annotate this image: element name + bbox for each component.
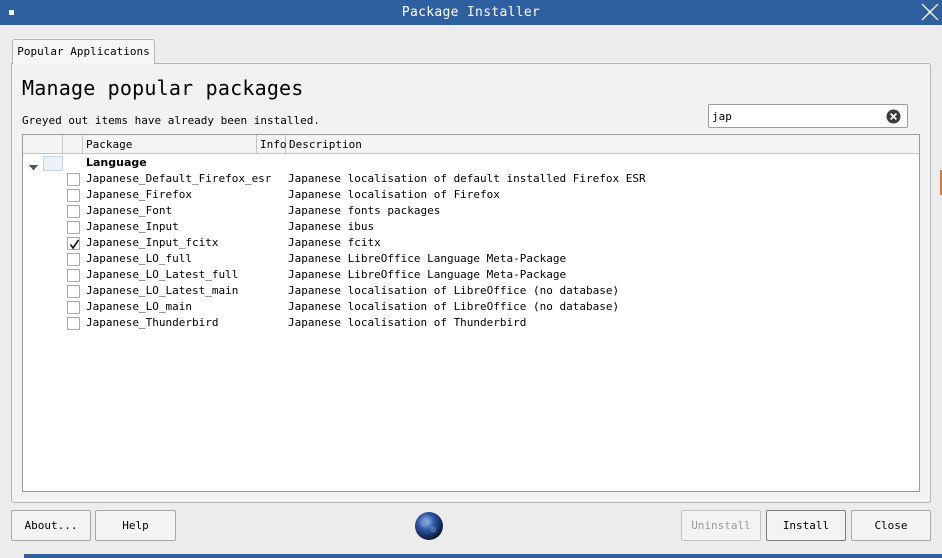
package-name: Japanese_Input bbox=[86, 220, 179, 233]
package-checkbox[interactable] bbox=[67, 189, 80, 202]
package-checkbox[interactable] bbox=[67, 221, 80, 234]
table-row[interactable]: Japanese_Input Japanese ibus bbox=[23, 219, 919, 235]
table-row[interactable]: Japanese_Default_Firefox_esr Japanese loc… bbox=[23, 171, 919, 187]
package-checkbox[interactable] bbox=[67, 253, 80, 266]
window-title: Package Installer bbox=[401, 5, 541, 20]
package-tree[interactable]: Package Info Description Language Japane… bbox=[22, 134, 920, 492]
about-button[interactable]: About... bbox=[11, 510, 91, 541]
close-icon[interactable] bbox=[920, 2, 940, 22]
table-row[interactable]: Japanese_LO_main Japanese localisation of… bbox=[23, 299, 919, 315]
header-description[interactable]: Description bbox=[286, 135, 919, 154]
tab-popular-applications[interactable]: Popular Applications bbox=[12, 39, 155, 64]
package-name: Japanese_Firefox bbox=[86, 188, 192, 201]
header-check-column[interactable] bbox=[63, 135, 83, 154]
package-checkbox[interactable] bbox=[67, 317, 80, 330]
package-name: Japanese_Default_Firefox_esr bbox=[86, 172, 272, 185]
table-row[interactable]: Japanese_LO_full Japanese LibreOffice Lan… bbox=[23, 251, 919, 267]
globe-icon bbox=[414, 511, 444, 541]
package-checkbox[interactable] bbox=[67, 173, 80, 186]
package-checkbox[interactable] bbox=[67, 285, 80, 298]
package-name: Japanese_LO_full bbox=[86, 252, 192, 265]
package-description: Japanese localisation of default install… bbox=[288, 172, 646, 185]
table-row[interactable]: Japanese_LO_Latest_full Japanese LibreOff… bbox=[23, 267, 919, 283]
table-row[interactable]: Japanese_Thunderbird Japanese localisatio… bbox=[23, 315, 919, 331]
package-description: Japanese ibus bbox=[288, 220, 375, 233]
package-name: Japanese_LO_Latest_main bbox=[86, 284, 239, 297]
group-label: Language bbox=[86, 156, 147, 169]
taskbar-strip bbox=[24, 554, 942, 558]
table-header: Package Info Description bbox=[23, 135, 919, 154]
title-bar: Package Installer bbox=[0, 0, 942, 25]
package-description: Japanese localisation of Thunderbird bbox=[288, 316, 527, 329]
table-row[interactable]: Japanese_Firefox Japanese localisation of… bbox=[23, 187, 919, 203]
search-box bbox=[708, 104, 908, 128]
package-description: Japanese LibreOffice Language Meta-Packa… bbox=[288, 252, 567, 265]
page-title: Manage popular packages bbox=[22, 76, 304, 100]
group-checkbox[interactable] bbox=[43, 156, 63, 171]
package-name: Japanese_LO_Latest_full bbox=[86, 268, 239, 281]
package-description: Japanese localisation of Firefox bbox=[288, 188, 500, 201]
main-window: Popular Applications Manage popular pack… bbox=[0, 25, 942, 558]
package-description: Japanese fcitx bbox=[288, 236, 381, 249]
checkmark-icon bbox=[69, 239, 80, 250]
package-name: Japanese_Font bbox=[86, 204, 173, 217]
clear-search-icon[interactable] bbox=[886, 109, 901, 124]
header-package[interactable]: Package bbox=[83, 135, 257, 154]
table-row[interactable]: Japanese_Input_fcitx Japanese fcitx bbox=[23, 235, 919, 251]
package-description: Japanese localisation of LibreOffice (no… bbox=[288, 284, 620, 297]
package-name: Japanese_LO_main bbox=[86, 300, 192, 313]
package-checkbox[interactable] bbox=[67, 205, 80, 218]
package-checkbox[interactable] bbox=[67, 237, 80, 250]
help-button[interactable]: Help bbox=[95, 510, 176, 541]
package-description: Japanese fonts packages bbox=[288, 204, 441, 217]
package-description: Japanese LibreOffice Language Meta-Packa… bbox=[288, 268, 567, 281]
table-row[interactable]: Japanese_LO_Latest_main Japanese localisa… bbox=[23, 283, 919, 299]
search-input[interactable] bbox=[712, 108, 882, 124]
uninstall-button[interactable]: Uninstall bbox=[681, 510, 761, 541]
table-row[interactable]: Japanese_Font Japanese fonts packages bbox=[23, 203, 919, 219]
package-checkbox[interactable] bbox=[67, 269, 80, 282]
group-row-language[interactable]: Language bbox=[23, 155, 919, 171]
package-description: Japanese localisation of LibreOffice (no… bbox=[288, 300, 620, 313]
package-name: Japanese_Thunderbird bbox=[86, 316, 219, 329]
package-name: Japanese_Input_fcitx bbox=[86, 236, 219, 249]
header-info[interactable]: Info bbox=[257, 135, 287, 154]
page-subtitle: Greyed out items have already been insta… bbox=[22, 114, 321, 127]
package-checkbox[interactable] bbox=[67, 301, 80, 314]
install-button[interactable]: Install bbox=[766, 510, 846, 541]
header-expander-column[interactable] bbox=[23, 135, 63, 154]
close-button[interactable]: Close bbox=[851, 510, 931, 541]
